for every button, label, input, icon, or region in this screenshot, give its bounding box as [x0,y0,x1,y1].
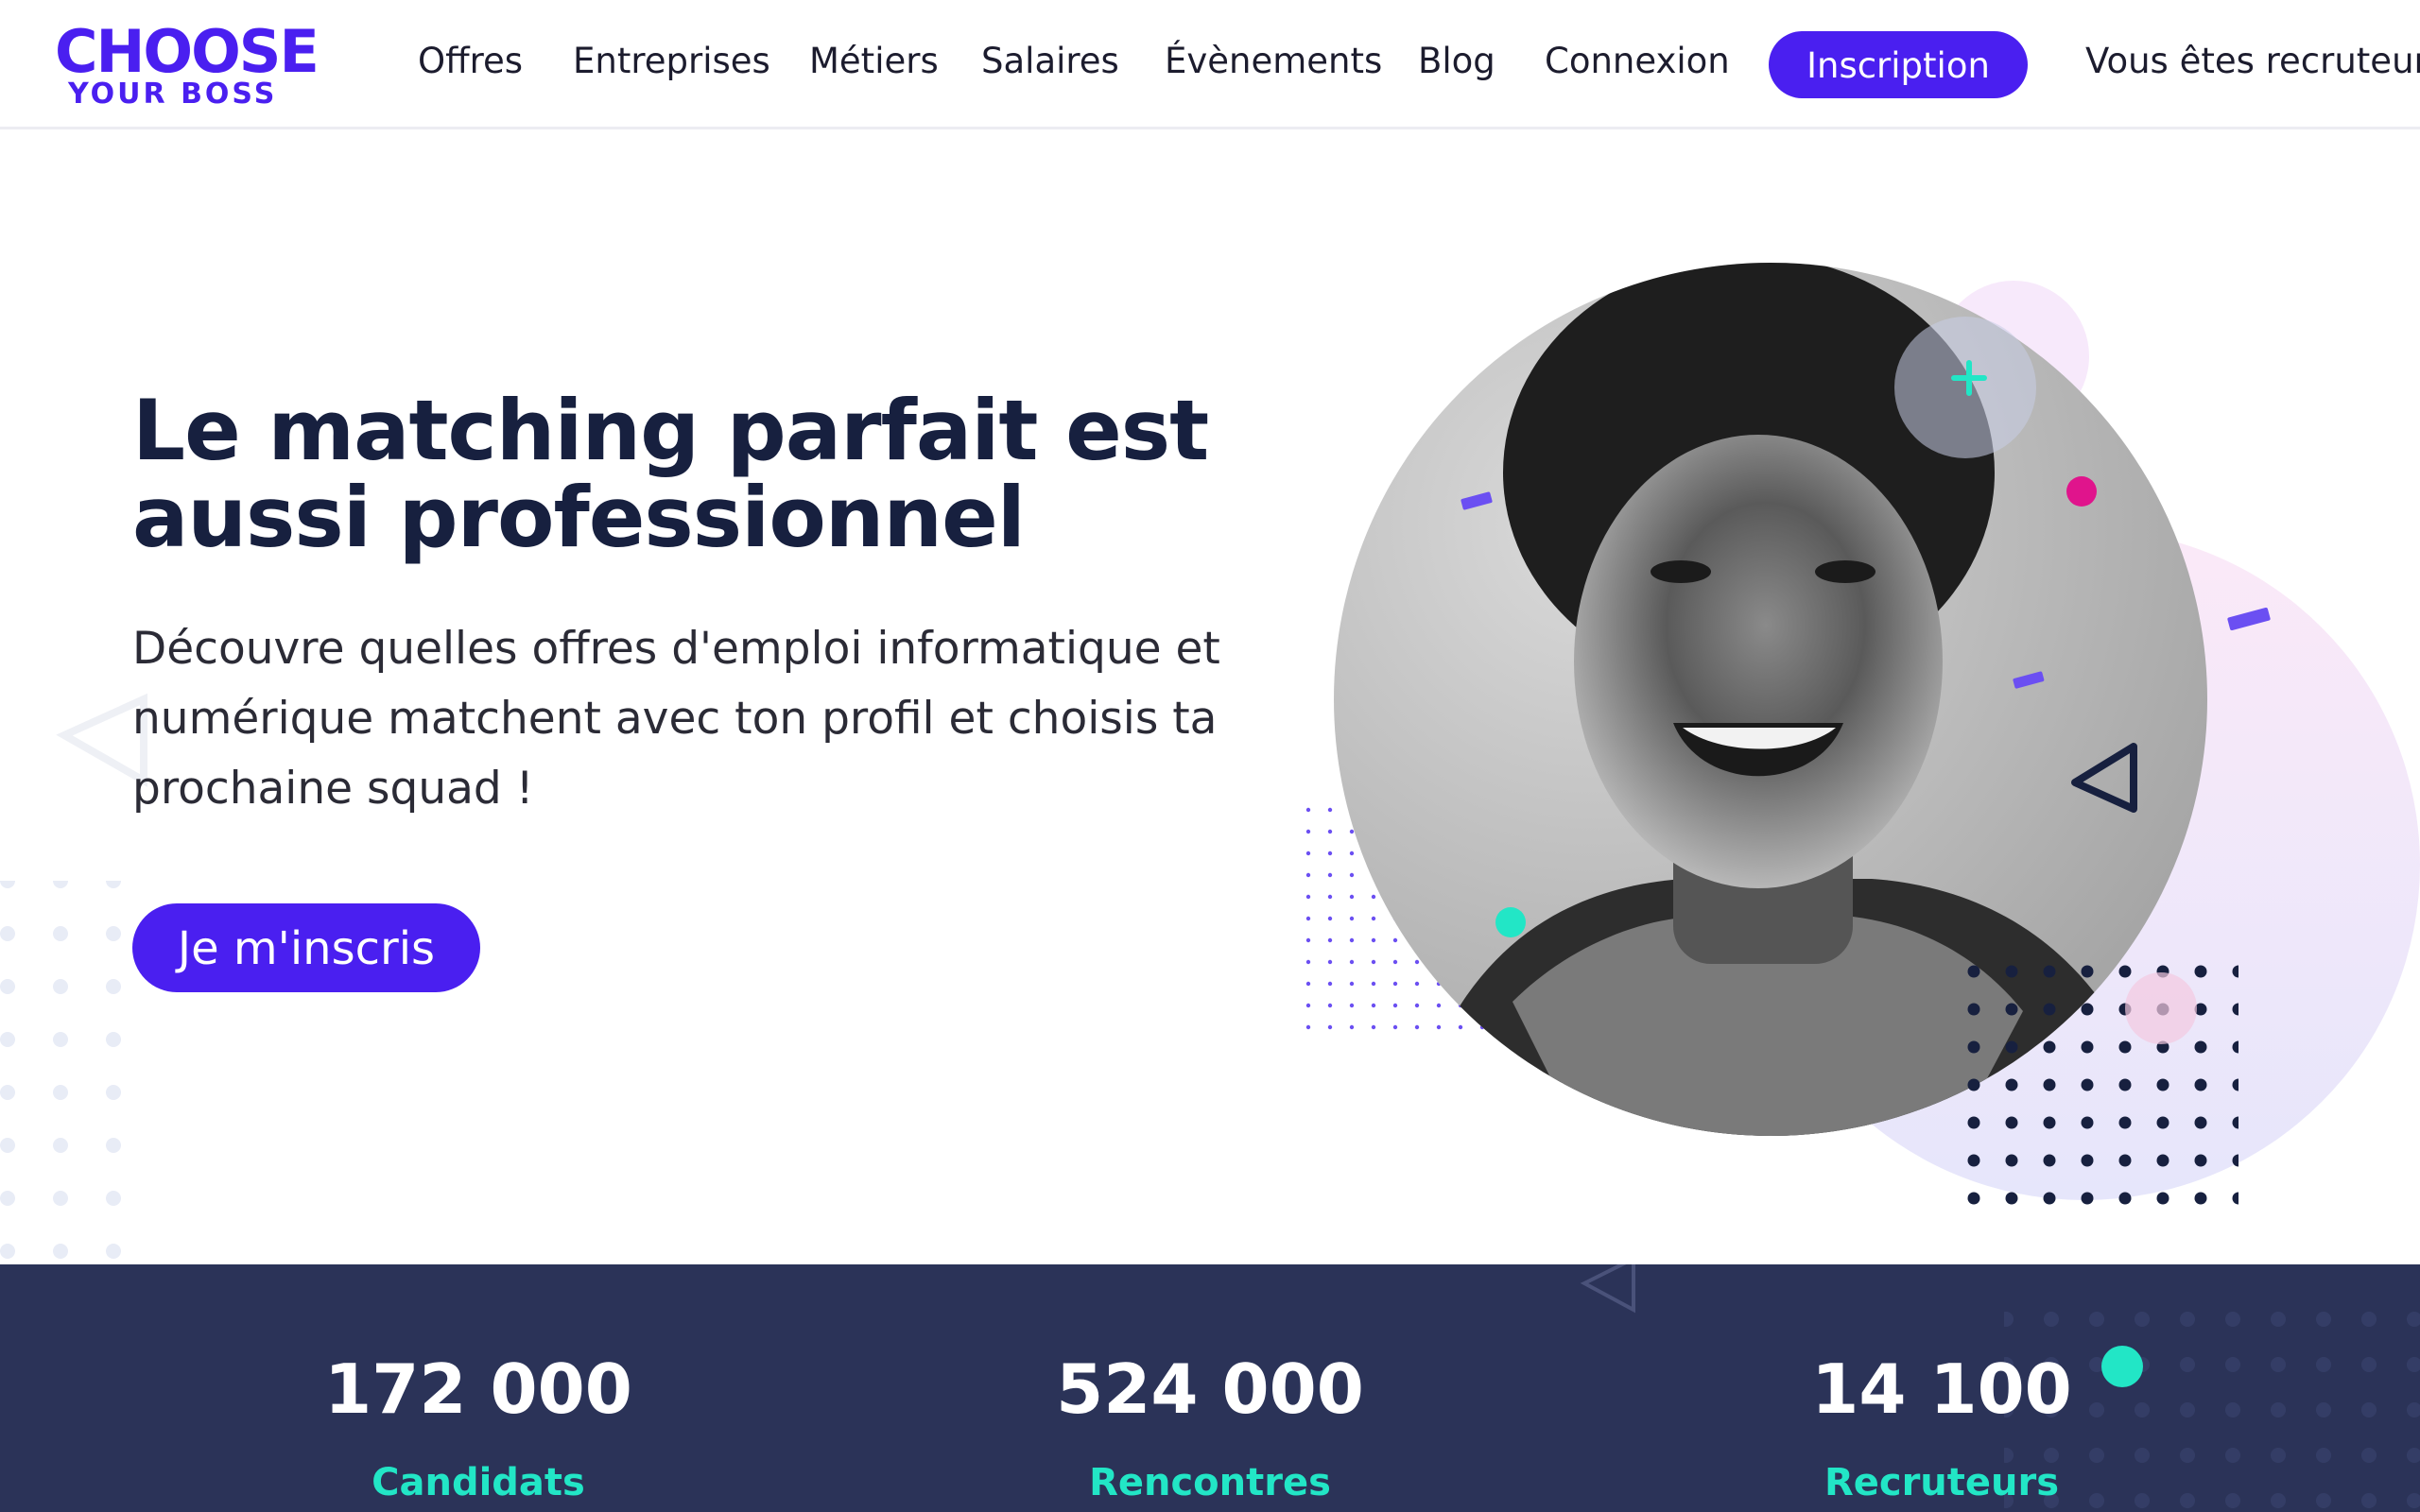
brand-logo[interactable]: CHOOSE YOUR BOSS [55,23,320,112]
nav-link-blog[interactable]: Blog [1418,38,1495,85]
decor-triangle-dark [1580,1264,1635,1314]
decor-dash-2 [2227,607,2271,631]
decor-dot-soft-pink [2125,972,2197,1044]
decor-dash-3 [2013,671,2045,689]
decor-blob [1749,529,2420,1200]
logo-wordmark-top: CHOOSE [55,17,320,86]
site-header: CHOOSE YOUR BOSS Offres Entreprises Méti… [0,0,2420,129]
decor-plus-circle [1894,317,2036,458]
nav-link-metiers[interactable]: Métiers [809,38,939,85]
hero-section: Le matching parfait est aussi profession… [0,132,2420,1264]
signup-cta-button[interactable]: Je m'inscris [132,903,480,992]
nav-link-evenements[interactable]: Évènements [1165,38,1382,85]
nav-link-entreprises[interactable]: Entreprises [573,38,770,85]
hero-description: Découvre quelles offres d'emploi informa… [132,623,1220,815]
stat-label: Candidats [372,1461,585,1504]
portrait-photo [1334,263,2207,1136]
stats-section: 172 000 Candidats 524 000 Rencontres 14 … [0,1264,2420,1512]
recruiter-link[interactable]: Vous êtes recruteur [2085,38,2420,85]
decor-dash-1 [1461,491,1493,510]
decor-dot-teal [1495,907,1526,937]
signup-button[interactable]: Inscription [1769,31,2028,98]
stat-value: 524 000 [1056,1349,1364,1429]
hero-title: Le matching parfait est aussi profession… [132,382,1209,566]
stat-label: Recruteurs [1824,1461,2060,1504]
nav-link-offres[interactable]: Offres [418,38,523,85]
plus-icon [1951,360,1987,396]
nav-link-salaires[interactable]: Salaires [981,38,1119,85]
decor-bubble [1938,281,2089,432]
stat-value: 172 000 [324,1349,632,1429]
stat-value: 14 100 [1811,1349,2072,1429]
stat-label: Rencontres [1089,1461,1331,1504]
logo-wordmark-bottom: YOUR BOSS [68,77,278,111]
decor-dots-purple [1299,792,1545,1036]
nav-link-connexion[interactable]: Connexion [1545,38,1730,85]
decor-dot-pink [2066,476,2097,507]
decor-triangle-navy [2071,743,2137,813]
decor-dots-left [0,881,121,1264]
decor-dots-navy [1955,945,2238,1219]
